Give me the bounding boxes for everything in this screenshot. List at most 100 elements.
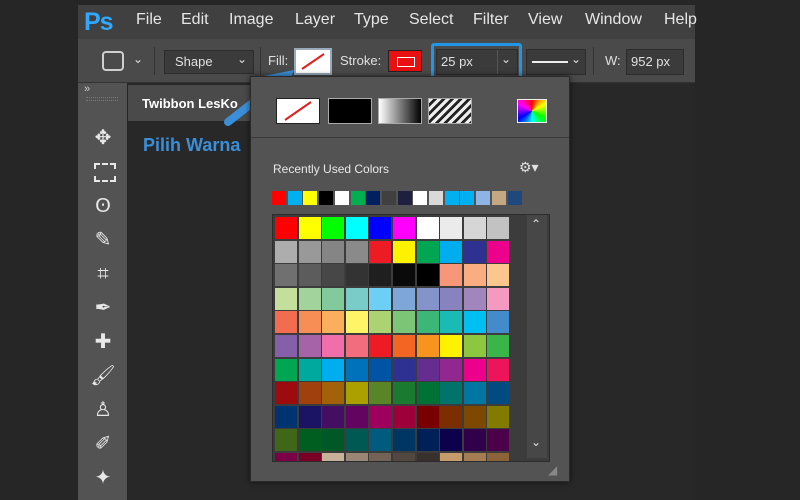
color-swatch[interactable] [487, 382, 510, 405]
color-swatch[interactable] [298, 240, 321, 263]
color-swatch[interactable] [322, 429, 345, 452]
color-swatch[interactable] [322, 311, 345, 334]
chevron-down-icon[interactable]: ⌄ [531, 435, 541, 449]
color-swatch[interactable] [275, 264, 297, 287]
color-swatch[interactable] [440, 287, 463, 310]
lasso-tool-icon[interactable]: ʘ [86, 191, 120, 221]
color-picker-button[interactable] [517, 99, 547, 123]
color-swatch[interactable] [275, 358, 297, 381]
color-swatch[interactable] [369, 335, 392, 357]
recent-color-swatch[interactable] [272, 191, 286, 205]
color-swatch[interactable] [298, 287, 321, 310]
color-swatch[interactable] [416, 405, 439, 428]
recent-color-swatch[interactable] [476, 191, 491, 205]
color-swatch[interactable] [369, 287, 392, 310]
color-swatch[interactable] [393, 453, 415, 461]
resize-grip-icon[interactable]: ◢ [548, 463, 557, 477]
color-swatch[interactable] [487, 264, 510, 287]
color-swatch[interactable] [463, 453, 486, 461]
color-swatch[interactable] [275, 405, 297, 428]
color-swatch[interactable] [487, 240, 510, 263]
color-swatch[interactable] [393, 287, 415, 310]
color-swatch[interactable] [440, 382, 463, 405]
clone-stamp-tool-icon[interactable]: ♙ [86, 395, 120, 425]
menu-file[interactable]: File [136, 11, 162, 29]
color-swatch[interactable] [298, 335, 321, 357]
color-swatch[interactable] [298, 264, 321, 287]
color-swatch[interactable] [463, 240, 486, 263]
color-swatch[interactable] [369, 382, 392, 405]
color-swatch[interactable] [298, 405, 321, 428]
color-swatch[interactable] [463, 264, 486, 287]
color-swatch[interactable] [275, 429, 297, 452]
no-fill-button[interactable] [276, 98, 320, 124]
stroke-type-dropdown[interactable]: ⌄ [526, 49, 586, 75]
color-swatch[interactable] [369, 429, 392, 452]
color-swatch[interactable] [322, 240, 345, 263]
color-swatch[interactable] [322, 453, 345, 461]
menu-filter[interactable]: Filter [473, 11, 509, 29]
swatch-scrollbar[interactable]: ⌃ ⌄ [527, 215, 547, 458]
menu-window[interactable]: Window [585, 11, 642, 29]
crop-tool-icon[interactable]: ⌗ [86, 259, 120, 289]
marquee-tool-icon[interactable] [86, 157, 120, 187]
menu-view[interactable]: View [528, 11, 562, 29]
color-swatch[interactable] [322, 405, 345, 428]
color-swatch[interactable] [487, 287, 510, 310]
color-swatch[interactable] [440, 405, 463, 428]
color-swatch[interactable] [393, 217, 415, 239]
color-swatch[interactable] [275, 453, 297, 461]
color-swatch[interactable] [345, 264, 368, 287]
recent-color-swatch[interactable] [303, 191, 318, 205]
menu-image[interactable]: Image [229, 11, 273, 29]
color-swatch[interactable] [345, 217, 368, 239]
color-swatch[interactable] [393, 429, 415, 452]
menu-layer[interactable]: Layer [295, 11, 335, 29]
collapse-panel-icon[interactable]: » [84, 83, 90, 95]
color-swatch[interactable] [463, 311, 486, 334]
color-swatch[interactable] [345, 453, 368, 461]
color-swatch[interactable] [275, 287, 297, 310]
color-swatch[interactable] [487, 335, 510, 357]
color-swatch[interactable] [322, 358, 345, 381]
stroke-width-field[interactable]: 25 px ⌄ [436, 49, 518, 75]
color-swatch[interactable] [416, 217, 439, 239]
color-swatch[interactable] [487, 217, 510, 239]
stroke-color-swatch[interactable] [388, 50, 422, 72]
color-swatch[interactable] [440, 240, 463, 263]
recent-color-swatch[interactable] [460, 191, 475, 205]
color-swatch[interactable] [345, 382, 368, 405]
healing-brush-tool-icon[interactable]: ✚ [86, 327, 120, 357]
color-swatch[interactable] [369, 405, 392, 428]
color-swatch[interactable] [322, 382, 345, 405]
gradient-button[interactable] [378, 98, 422, 124]
color-swatch[interactable] [322, 287, 345, 310]
eyedropper-tool-icon[interactable]: ✒ [86, 293, 120, 323]
color-swatch[interactable] [416, 358, 439, 381]
color-swatch[interactable] [298, 382, 321, 405]
color-swatch[interactable] [322, 335, 345, 357]
color-swatch[interactable] [369, 217, 392, 239]
gear-icon[interactable]: ⚙▾ [519, 159, 539, 176]
quick-selection-tool-icon[interactable]: ✎ [86, 225, 120, 255]
color-swatch[interactable] [463, 217, 486, 239]
chevron-down-icon[interactable]: ⌄ [501, 52, 511, 66]
color-swatch[interactable] [369, 358, 392, 381]
color-swatch[interactable] [275, 311, 297, 334]
color-swatch[interactable] [369, 311, 392, 334]
color-swatch[interactable] [416, 287, 439, 310]
pattern-button[interactable] [428, 98, 472, 124]
color-swatch[interactable] [463, 382, 486, 405]
recent-color-swatch[interactable] [429, 191, 443, 205]
color-swatch[interactable] [393, 311, 415, 334]
color-swatch[interactable] [440, 264, 463, 287]
color-swatch[interactable] [275, 382, 297, 405]
color-swatch[interactable] [393, 382, 415, 405]
color-swatch[interactable] [416, 453, 439, 461]
color-swatch[interactable] [298, 217, 321, 239]
color-swatch[interactable] [440, 358, 463, 381]
color-swatch[interactable] [345, 311, 368, 334]
color-swatch[interactable] [393, 358, 415, 381]
color-swatch[interactable] [463, 287, 486, 310]
color-swatch[interactable] [416, 382, 439, 405]
